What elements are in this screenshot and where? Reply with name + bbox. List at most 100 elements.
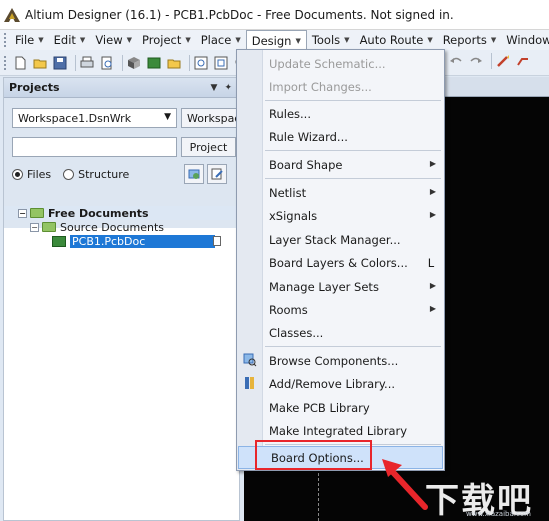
route-pen-icon[interactable] (495, 53, 511, 69)
title-bar: Altium Designer (16.1) - PCB1.PcbDoc - F… (0, 0, 549, 30)
chevron-down-icon: ▼ (185, 36, 191, 44)
chevron-down-icon: ▼ (427, 36, 433, 44)
redo-icon[interactable] (468, 53, 484, 69)
folder-icon[interactable] (166, 55, 182, 71)
projects-panel: Projects ▼ ✦ Workspace1.DsnWrk ▼ Workspa… (3, 77, 251, 521)
menu-separator (265, 100, 441, 101)
library-books-icon (245, 377, 254, 389)
menu-auto-route[interactable]: Auto Route ▼ (355, 30, 438, 50)
print-preview-icon[interactable] (99, 55, 115, 71)
panel-menu-icon[interactable]: ▼ (211, 83, 218, 93)
menu-item-rule-wizard[interactable]: Rule Wizard... (237, 125, 444, 148)
menu-separator (265, 346, 441, 347)
chevron-down-icon: ▼ (295, 37, 301, 45)
highlight-box (255, 440, 372, 470)
menu-item-import-changes[interactable]: Import Changes... (237, 75, 444, 98)
radio-structure-label: Structure (78, 168, 130, 181)
menu-item-classes[interactable]: Classes... (237, 321, 444, 344)
menu-item-add-remove-library[interactable]: Add/Remove Library... (237, 372, 444, 395)
chevron-down-icon: ▼ (38, 36, 44, 44)
menu-project[interactable]: Project ▼ (137, 30, 196, 50)
menu-item-board-shape[interactable]: Board Shape ▶ (237, 153, 444, 176)
workspace-select[interactable]: Workspace1.DsnWrk ▼ (12, 108, 177, 128)
chevron-down-icon: ▼ (344, 36, 350, 44)
zoom-area-icon[interactable] (213, 55, 229, 71)
menu-item-xsignals[interactable]: xSignals ▶ (237, 204, 444, 227)
pin-icon[interactable]: ✦ (224, 83, 232, 93)
view-mode-radios: Files Structure (12, 168, 141, 181)
refresh-project-icon[interactable] (184, 164, 204, 184)
panel-title: Projects (9, 81, 60, 94)
undo-icon[interactable] (448, 53, 464, 69)
submenu-arrow-icon: ▶ (429, 187, 436, 196)
save-icon[interactable] (52, 55, 68, 71)
menu-file[interactable]: File ▼ (10, 30, 49, 50)
menu-design[interactable]: Design ▼ (245, 30, 307, 51)
menu-item-make-pcb-library[interactable]: Make PCB Library (237, 396, 444, 419)
chevron-down-icon: ▼ (164, 112, 171, 122)
print-icon[interactable] (79, 55, 95, 71)
radio-files[interactable] (12, 169, 23, 180)
altium-logo-icon (4, 7, 20, 22)
toolbar-separator (491, 53, 492, 69)
menu-edit[interactable]: Edit ▼ (49, 30, 91, 50)
toolbar-right-group (448, 53, 535, 69)
pcb-document-icon (52, 235, 66, 247)
tree-item-free-documents[interactable]: − Free Documents (4, 206, 239, 220)
design-menu-dropdown: Update Schematic... Import Changes... Ru… (236, 49, 445, 471)
document-modified-icon (213, 236, 221, 246)
toolbar-grip[interactable] (4, 55, 8, 70)
menu-item-manage-layer-sets[interactable]: Manage Layer Sets ▶ (237, 275, 444, 298)
menu-bar: File ▼ Edit ▼ View ▼ Project ▼ Place ▼ Design… (0, 30, 549, 51)
project-search-input[interactable] (12, 137, 177, 157)
submenu-arrow-icon: ▶ (429, 281, 436, 290)
menu-reports[interactable]: Reports ▼ (438, 30, 502, 50)
tree-item-source-documents[interactable]: − Source Documents (4, 220, 239, 234)
radio-structure[interactable] (63, 169, 75, 180)
folder-icon (42, 222, 56, 232)
new-file-icon[interactable] (12, 55, 28, 71)
menu-item-board-layers-colors[interactable]: Board Layers & Colors... L (237, 251, 444, 274)
place-track-icon[interactable] (515, 53, 531, 69)
folder-icon (30, 208, 44, 218)
submenu-arrow-icon: ▶ (429, 210, 436, 219)
toolbar-separator (122, 54, 123, 71)
submenu-arrow-icon: ▶ (429, 304, 436, 313)
browse-components-icon (243, 353, 257, 367)
toolbar-separator (75, 54, 76, 71)
project-options-icon[interactable] (207, 164, 227, 184)
zoom-fit-icon[interactable] (193, 55, 209, 71)
radio-files-label: Files (27, 168, 52, 181)
chevron-down-icon: ▼ (79, 36, 86, 44)
open-folder-icon[interactable] (32, 55, 48, 71)
projects-panel-header: Projects ▼ ✦ (4, 78, 239, 98)
menu-item-rules[interactable]: Rules... (237, 102, 444, 125)
watermark-url: www.xiazaiba.com (466, 510, 531, 518)
menu-separator (265, 178, 441, 179)
3d-view-icon[interactable] (126, 55, 142, 71)
chevron-down-icon: ▼ (490, 36, 497, 44)
toolbar-separator (189, 54, 190, 71)
submenu-arrow-icon: ▶ (429, 159, 436, 168)
collapse-icon[interactable]: − (18, 208, 27, 218)
project-button[interactable]: Project (181, 137, 236, 157)
menu-window[interactable]: Window▼ (501, 30, 549, 50)
menu-item-netlist[interactable]: Netlist ▶ (237, 181, 444, 204)
chevron-down-icon: ▼ (126, 36, 132, 44)
menu-item-browse-components[interactable]: Browse Components... (237, 349, 444, 372)
menu-view[interactable]: View ▼ (90, 30, 137, 50)
pcb-board-icon[interactable] (146, 55, 162, 71)
menu-item-make-integrated-library[interactable]: Make Integrated Library (237, 419, 444, 442)
menu-tools[interactable]: Tools ▼ (307, 30, 355, 50)
menubar-grip[interactable] (4, 33, 6, 47)
collapse-icon[interactable]: − (30, 222, 39, 232)
menu-item-update-schematic[interactable]: Update Schematic... (237, 52, 444, 75)
radio-selected-dot (15, 172, 20, 177)
menu-item-rooms[interactable]: Rooms ▶ (237, 298, 444, 321)
menu-place[interactable]: Place ▼ (196, 30, 246, 50)
chevron-down-icon: ▼ (235, 36, 241, 44)
window-title: Altium Designer (16.1) - PCB1.PcbDoc - F… (25, 7, 454, 22)
menu-item-layer-stack-manager[interactable]: Layer Stack Manager... (237, 228, 444, 251)
project-tree: − Free Documents − Source Documents PCB1… (4, 206, 239, 248)
tree-item-pcb1[interactable]: PCB1.PcbDoc (4, 234, 239, 248)
